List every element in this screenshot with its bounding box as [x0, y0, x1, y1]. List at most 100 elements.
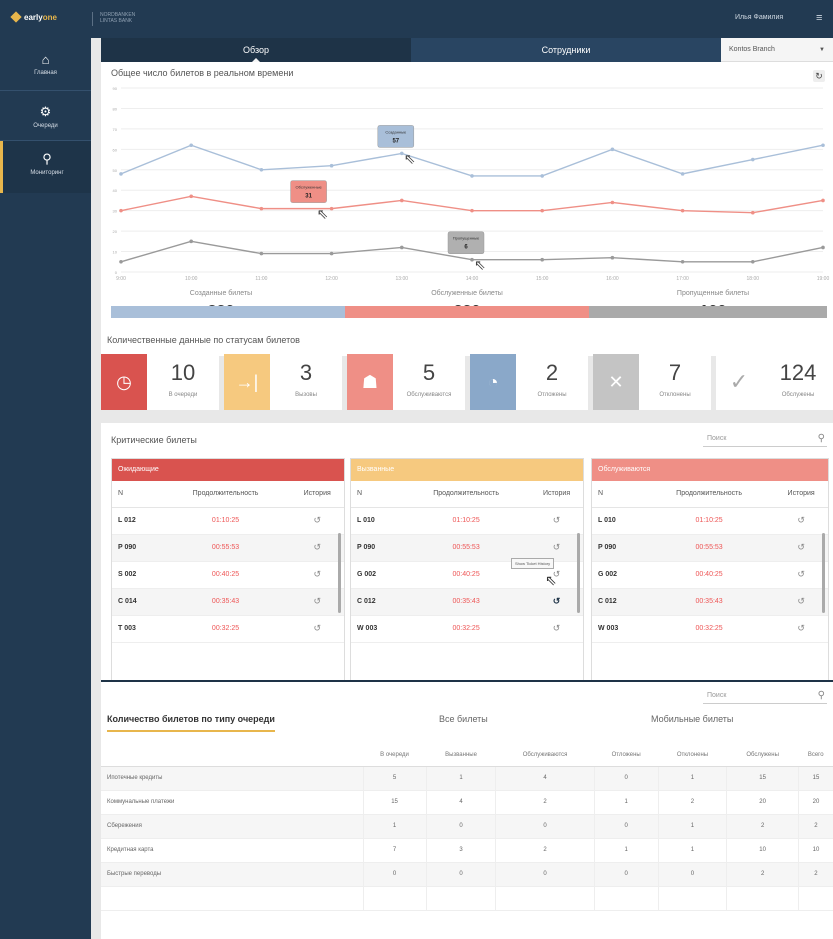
data-point	[259, 206, 264, 211]
x-tick-label: 9:00	[116, 276, 126, 282]
critical-search-input[interactable]: Поиск ⚲	[703, 431, 827, 447]
ticket-duration: 00:55:53	[160, 534, 291, 562]
cell: 5	[362, 766, 427, 791]
data-point	[680, 259, 685, 264]
ticket-number: G 002	[351, 561, 403, 589]
cell: 1	[657, 814, 727, 839]
cell	[495, 886, 595, 911]
data-point	[119, 208, 123, 213]
history-icon[interactable]: ↺	[530, 507, 583, 535]
data-point	[751, 259, 755, 264]
queue-name: Быстрые переводы	[101, 862, 363, 887]
table-row: C 014 00:35:43 ↺	[112, 588, 344, 616]
y-tick-label: 20	[113, 229, 118, 234]
table-row: Сбережения 1 0 0 0 1 2 2	[101, 814, 833, 839]
scrollbar[interactable]	[338, 533, 341, 613]
tickets-by-queue-card: Поиск ⚲ Количество билетов по типу очере…	[101, 680, 833, 939]
table-row: S 002 00:40:25 ↺	[112, 561, 344, 589]
x-tick-label: 18:00	[747, 276, 760, 282]
ticket-duration: 01:10:25	[160, 507, 291, 535]
ticket-duration: 00:32:25	[160, 615, 291, 643]
tab-mobile-tickets[interactable]: Мобильные билеты	[651, 714, 733, 724]
refresh-icon[interactable]: ↻	[813, 70, 825, 82]
column-header: Продолжительность	[160, 481, 291, 508]
data-point	[259, 167, 264, 172]
sidebar-item-home[interactable]: ⌂ Главная	[0, 42, 91, 94]
x-tick-label: 10:00	[185, 276, 198, 282]
cross-icon: ✕	[593, 354, 639, 410]
realtime-line-chart: 0 10 20 30 40 50 60 70 80 90 9:00 10:00 11:00 12:00 13…	[113, 86, 830, 282]
tab-employees[interactable]: Сотрудники	[411, 38, 721, 62]
history-icon[interactable]: ↺	[774, 615, 828, 643]
history-icon[interactable]: ↺	[774, 588, 828, 616]
history-icon[interactable]: ↺	[290, 561, 344, 589]
search-icon[interactable]: ⚲	[818, 431, 825, 447]
ticket-duration: 00:35:43	[643, 588, 775, 616]
history-icon[interactable]: ↺	[530, 615, 583, 643]
data-point	[329, 206, 334, 211]
missed-bar	[589, 306, 827, 318]
tab-overview[interactable]: Обзор	[101, 38, 411, 62]
sidebar-item-queues[interactable]: ⚙ Очереди	[0, 94, 91, 146]
user-name[interactable]: Илья Фамилия	[735, 14, 783, 21]
hamburger-menu-icon[interactable]: ≡	[816, 13, 822, 24]
kpi-served: ✓ 124 Обслужены	[716, 354, 833, 410]
table-row: L 012 01:10:25 ↺	[112, 507, 344, 535]
y-tick-label: 10	[113, 250, 118, 255]
history-icon[interactable]: ↺	[290, 615, 344, 643]
history-icon[interactable]: ↺	[774, 534, 828, 562]
company-name: NORDBANKEN LINTAS BANK	[100, 12, 136, 24]
sidebar-item-monitoring[interactable]: ⚲ Мониторинг	[0, 141, 91, 193]
history-icon[interactable]: ↺	[290, 507, 344, 535]
table-row: W 003 00:32:25 ↺	[592, 615, 828, 643]
table-row: P 090 00:55:53 ↺	[112, 534, 344, 562]
ticket-number: P 090	[592, 534, 644, 562]
mouse-cursor-icon: ⇖	[317, 207, 329, 223]
queue-type-table: В очереди Вызванные Обслуживаются Отложе…	[101, 744, 833, 911]
data-point	[189, 194, 193, 199]
cell	[101, 886, 363, 911]
tab-all-tickets[interactable]: Все билеты	[439, 714, 488, 724]
history-icon[interactable]: ↺	[290, 534, 344, 562]
ticket-duration: 00:35:43	[402, 588, 531, 616]
scrollbar[interactable]	[822, 533, 825, 613]
y-tick-label: 30	[113, 209, 118, 214]
history-icon[interactable]: ↺	[774, 507, 828, 535]
kpi-value: 5	[422, 360, 436, 385]
cell: 2	[726, 814, 799, 839]
table-row: L 010 01:10:25 ↺	[592, 507, 828, 535]
table-row: C 012 00:35:43 ↺	[592, 588, 828, 616]
kpi-value: 3	[299, 360, 313, 385]
cell: 2	[495, 838, 595, 863]
table-row: P 090 00:55:53 ↺	[592, 534, 828, 562]
data-point	[751, 157, 755, 162]
ticket-number: W 003	[592, 615, 644, 643]
history-tooltip: Show Ticket History	[511, 558, 555, 569]
history-icon[interactable]: ↺	[774, 561, 828, 589]
scrollbar[interactable]	[577, 533, 580, 613]
check-icon: ✓	[716, 354, 762, 410]
cell: 0	[362, 862, 427, 887]
x-tick-label: 15:00	[536, 276, 549, 282]
app-logo[interactable]: earlyone	[10, 11, 57, 23]
search-icon[interactable]: ⚲	[818, 688, 825, 704]
queue-search-input[interactable]: Поиск ⚲	[703, 688, 827, 704]
table-row: T 003 00:32:25 ↺	[112, 615, 344, 643]
cell: 10	[797, 838, 833, 863]
kpi-in-queue: ◷ 10 В очереди	[101, 354, 219, 410]
tooltip-label: Обслуженные	[296, 185, 323, 190]
kpi-value: 7	[668, 360, 682, 385]
history-icon[interactable]: ↺	[530, 534, 583, 562]
branch-select[interactable]: Kontos Branch ▼	[721, 38, 833, 62]
tab-by-queue-type[interactable]: Количество билетов по типу очереди	[107, 714, 275, 732]
x-tick-label: 14:00	[466, 276, 479, 282]
history-icon[interactable]: ↺	[530, 588, 583, 616]
kpi-label: Отложены	[537, 392, 567, 398]
data-point	[821, 245, 825, 250]
ticket-duration: 00:32:25	[402, 615, 531, 643]
home-icon: ⌂	[41, 52, 50, 67]
column-header: Продолжительность	[402, 481, 531, 508]
history-icon[interactable]: ↺	[290, 588, 344, 616]
cell	[657, 886, 727, 911]
cell	[726, 886, 799, 911]
